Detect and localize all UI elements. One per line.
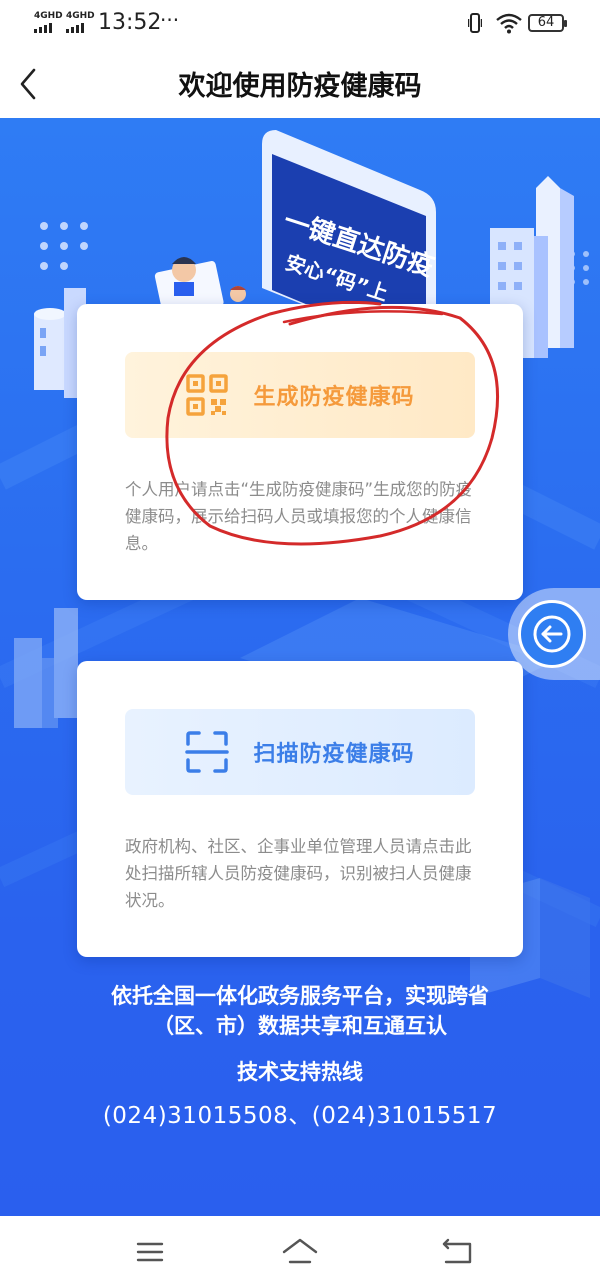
support-phone-numbers[interactable]: (024)31015508、(024)31015517 — [0, 1096, 600, 1130]
signal-icon-2: 4GHD — [66, 12, 95, 33]
vibrate-icon — [468, 13, 482, 33]
scan-button-label: 扫描防疫健康码 — [253, 742, 415, 767]
scan-description: 政府机构、社区、企事业单位管理人员请点击此处扫描所辖人员防疫健康码，识别被扫人员… — [125, 837, 472, 910]
nav-bar: 欢迎使用防疫健康码 — [0, 48, 600, 118]
scan-frame-icon — [185, 731, 230, 773]
support-hotline-title: 技术支持热线 — [237, 1060, 363, 1084]
qr-code-icon — [186, 374, 229, 416]
status-bar: 4GHD 4GHD 13:52 ··· 64 — [0, 0, 600, 48]
home-icon[interactable] — [280, 1236, 320, 1268]
signal-icon-1: 4GHD — [34, 12, 63, 33]
generate-health-code-button[interactable]: 生成防疫健康码 — [125, 352, 475, 438]
floating-back-button[interactable] — [508, 588, 600, 680]
generate-card: 生成防疫健康码 个人用户请点击“生成防疫健康码”生成您的防疫健康码，展示给扫码人… — [77, 304, 523, 600]
left-arrow-icon — [533, 615, 571, 653]
more-notifications: ··· — [160, 8, 180, 32]
network-label-1: 4GHD — [34, 11, 63, 21]
main-content: 一键直达防疫 安心“码”上 生成防疫健康码 个人用户请点击“生成防疫健康码”生成… — [0, 118, 600, 1216]
page-title: 欢迎使用防疫健康码 — [178, 71, 422, 102]
platform-note-line2: （区、市）数据共享和互通互认 — [153, 1014, 447, 1038]
scan-health-code-button[interactable]: 扫描防疫健康码 — [125, 709, 475, 795]
status-time: 13:52 — [98, 10, 162, 35]
wifi-icon — [496, 13, 522, 34]
generate-button-label: 生成防疫健康码 — [253, 385, 415, 410]
floating-back-circle — [518, 600, 586, 668]
battery-indicator: 64 — [528, 14, 567, 32]
return-icon[interactable] — [438, 1236, 478, 1268]
menu-icon[interactable] — [130, 1236, 170, 1268]
battery-level: 64 — [537, 15, 555, 30]
scan-card: 扫描防疫健康码 政府机构、社区、企事业单位管理人员请点击此处扫描所辖人员防疫健康… — [77, 661, 523, 957]
platform-note-line1: 依托全国一体化政务服务平台，实现跨省 — [111, 984, 489, 1008]
network-label-2: 4GHD — [66, 11, 95, 21]
system-navigation-bar — [0, 1216, 600, 1286]
generate-description: 个人用户请点击“生成防疫健康码”生成您的防疫健康码，展示给扫码人员或填报您的个人… — [125, 480, 473, 553]
